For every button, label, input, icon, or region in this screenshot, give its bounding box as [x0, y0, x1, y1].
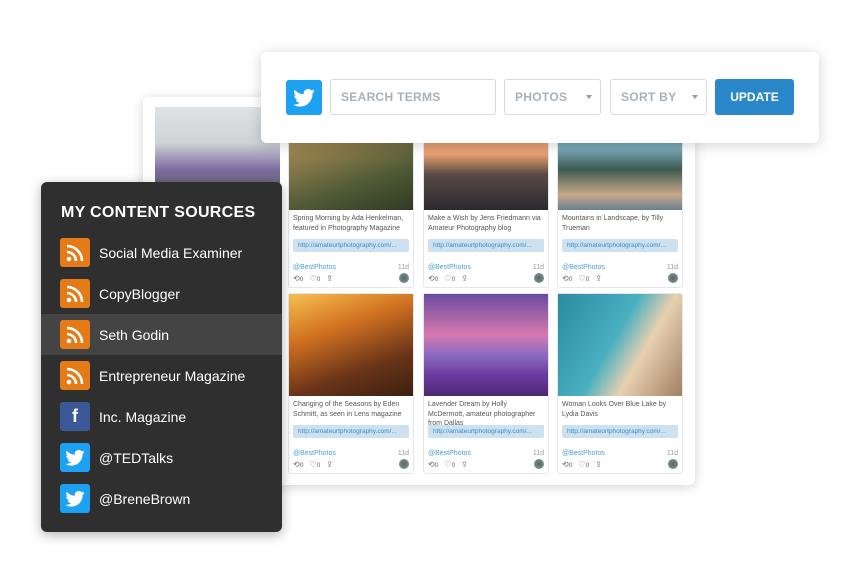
- sidebar-item[interactable]: @TEDTalks: [41, 437, 282, 478]
- card-caption: Woman Looks Over Blue Lake by Lydia Davi…: [562, 401, 667, 418]
- sidebar-item-label: Social Media Examiner: [99, 244, 243, 261]
- avatar[interactable]: [399, 459, 409, 469]
- retweet-count: 0: [434, 461, 439, 469]
- rss-icon: [60, 238, 90, 267]
- sidebar-item-label: Entrepreneur Magazine: [99, 367, 246, 384]
- photo-card[interactable]: Lavender Dream by Holly McDermott, amate…: [423, 293, 549, 474]
- card-caption: Spring Morning by Ada Henkelman, feature…: [293, 215, 404, 232]
- sidebar-title: MY CONTENT SOURCES: [61, 204, 256, 221]
- rss-icon: [60, 320, 90, 349]
- retweet-count: 0: [299, 461, 304, 469]
- heart-icon[interactable]: ♡0: [444, 460, 455, 469]
- like-count: 0: [316, 275, 321, 283]
- avatar[interactable]: [534, 273, 544, 283]
- retweet-count: 0: [434, 275, 439, 283]
- card-link[interactable]: http://amateurtphotography.com/...: [562, 425, 678, 438]
- chevron-down-icon: [692, 95, 698, 99]
- card-age: 11d: [666, 264, 678, 271]
- sidebar-item[interactable]: Social Media Examiner: [41, 232, 282, 273]
- card-caption: Mountains in Landscape, by Tilly Trueman: [562, 215, 664, 232]
- twitter-icon: [60, 443, 90, 472]
- sidebar-item-label: Seth Godin: [99, 326, 170, 343]
- sidebar-item[interactable]: f Inc. Magazine: [41, 396, 282, 437]
- retweet-icon[interactable]: ⟲0: [562, 274, 572, 283]
- card-handle[interactable]: @BestPhotos: [428, 450, 471, 457]
- card-age: 11d: [532, 264, 544, 271]
- sidebar-item[interactable]: @BreneBrown: [41, 478, 282, 519]
- card-photo[interactable]: [289, 294, 413, 396]
- photos-label: PHOTOS: [515, 90, 568, 104]
- card-caption: Lavender Dream by Holly McDermott, amate…: [428, 401, 536, 427]
- twitter-icon: [60, 484, 90, 513]
- sidebar-item[interactable]: Seth Godin: [41, 314, 282, 355]
- heart-icon[interactable]: ♡0: [309, 460, 320, 469]
- card-age: 11d: [666, 450, 678, 457]
- share-icon[interactable]: ⇪: [326, 274, 333, 283]
- card-handle[interactable]: @BestPhotos: [562, 450, 605, 457]
- sidebar-item[interactable]: Entrepreneur Magazine: [41, 355, 282, 396]
- share-icon[interactable]: ⇪: [595, 460, 602, 469]
- like-count: 0: [451, 461, 456, 469]
- card-link[interactable]: http://amateurtphotography.com/...: [428, 239, 544, 252]
- like-count: 0: [585, 275, 590, 283]
- heart-icon[interactable]: ♡0: [578, 274, 589, 283]
- heart-icon[interactable]: ♡0: [309, 274, 320, 283]
- rss-icon: [60, 279, 90, 308]
- like-count: 0: [585, 461, 590, 469]
- search-terms-input[interactable]: SEARCH TERMS: [330, 79, 496, 115]
- retweet-icon[interactable]: ⟲0: [293, 274, 303, 283]
- retweet-count: 0: [568, 461, 573, 469]
- share-icon[interactable]: ⇪: [326, 460, 333, 469]
- heart-icon[interactable]: ♡0: [444, 274, 455, 283]
- card-link[interactable]: http://amateurtphotography.com/...: [562, 239, 678, 252]
- avatar[interactable]: [534, 459, 544, 469]
- sort-label: SORT BY: [621, 90, 677, 104]
- sidebar-item-label: Inc. Magazine: [99, 408, 187, 425]
- search-bar-panel: SEARCH TERMS PHOTOS SORT BY UPDATE: [261, 52, 819, 143]
- like-count: 0: [451, 275, 456, 283]
- card-handle[interactable]: @BestPhotos: [293, 264, 336, 271]
- chevron-down-icon: [586, 95, 592, 99]
- sidebar-item-label: @BreneBrown: [99, 490, 191, 507]
- card-age: 11d: [397, 264, 409, 271]
- card-link[interactable]: http://amateurtphotography.com/...: [293, 239, 409, 252]
- share-icon[interactable]: ⇪: [461, 460, 468, 469]
- facebook-icon: f: [60, 402, 90, 431]
- sidebar-item[interactable]: CopyBlogger: [41, 273, 282, 314]
- avatar[interactable]: [668, 459, 678, 469]
- share-icon[interactable]: ⇪: [461, 274, 468, 283]
- card-handle[interactable]: @BestPhotos: [293, 450, 336, 457]
- photo-card[interactable]: Woman Looks Over Blue Lake by Lydia Davi…: [557, 293, 683, 474]
- heart-icon[interactable]: ♡0: [578, 460, 589, 469]
- card-link[interactable]: http://amateurtphotography.com/...: [293, 425, 409, 438]
- sort-by-select[interactable]: SORT BY: [610, 79, 707, 115]
- card-age: 11d: [532, 450, 544, 457]
- retweet-icon[interactable]: ⟲0: [428, 274, 438, 283]
- retweet-count: 0: [299, 275, 304, 283]
- share-icon[interactable]: ⇪: [595, 274, 602, 283]
- like-count: 0: [316, 461, 321, 469]
- avatar[interactable]: [668, 273, 678, 283]
- photo-card[interactable]: Changing of the Seasons by Eden Schmitt,…: [288, 293, 414, 474]
- card-age: 11d: [397, 450, 409, 457]
- sidebar-item-label: @TEDTalks: [99, 449, 174, 466]
- content-sources-sidebar: MY CONTENT SOURCES Social Media Examiner…: [41, 182, 282, 532]
- retweet-count: 0: [568, 275, 573, 283]
- retweet-icon[interactable]: ⟲0: [293, 460, 303, 469]
- update-button[interactable]: UPDATE: [715, 79, 794, 115]
- retweet-icon[interactable]: ⟲0: [428, 460, 438, 469]
- avatar[interactable]: [399, 273, 409, 283]
- sidebar-item-label: CopyBlogger: [99, 285, 180, 302]
- twitter-icon[interactable]: [286, 80, 322, 115]
- card-handle[interactable]: @BestPhotos: [428, 264, 471, 271]
- rss-icon: [60, 361, 90, 390]
- card-handle[interactable]: @BestPhotos: [562, 264, 605, 271]
- photos-select[interactable]: PHOTOS: [504, 79, 601, 115]
- retweet-icon[interactable]: ⟲0: [562, 460, 572, 469]
- card-caption: Make a Wish by Jens Friedmann via Amateu…: [428, 215, 541, 232]
- card-photo[interactable]: [424, 294, 548, 396]
- card-photo[interactable]: [558, 294, 682, 396]
- card-caption: Changing of the Seasons by Eden Schmitt,…: [293, 401, 402, 418]
